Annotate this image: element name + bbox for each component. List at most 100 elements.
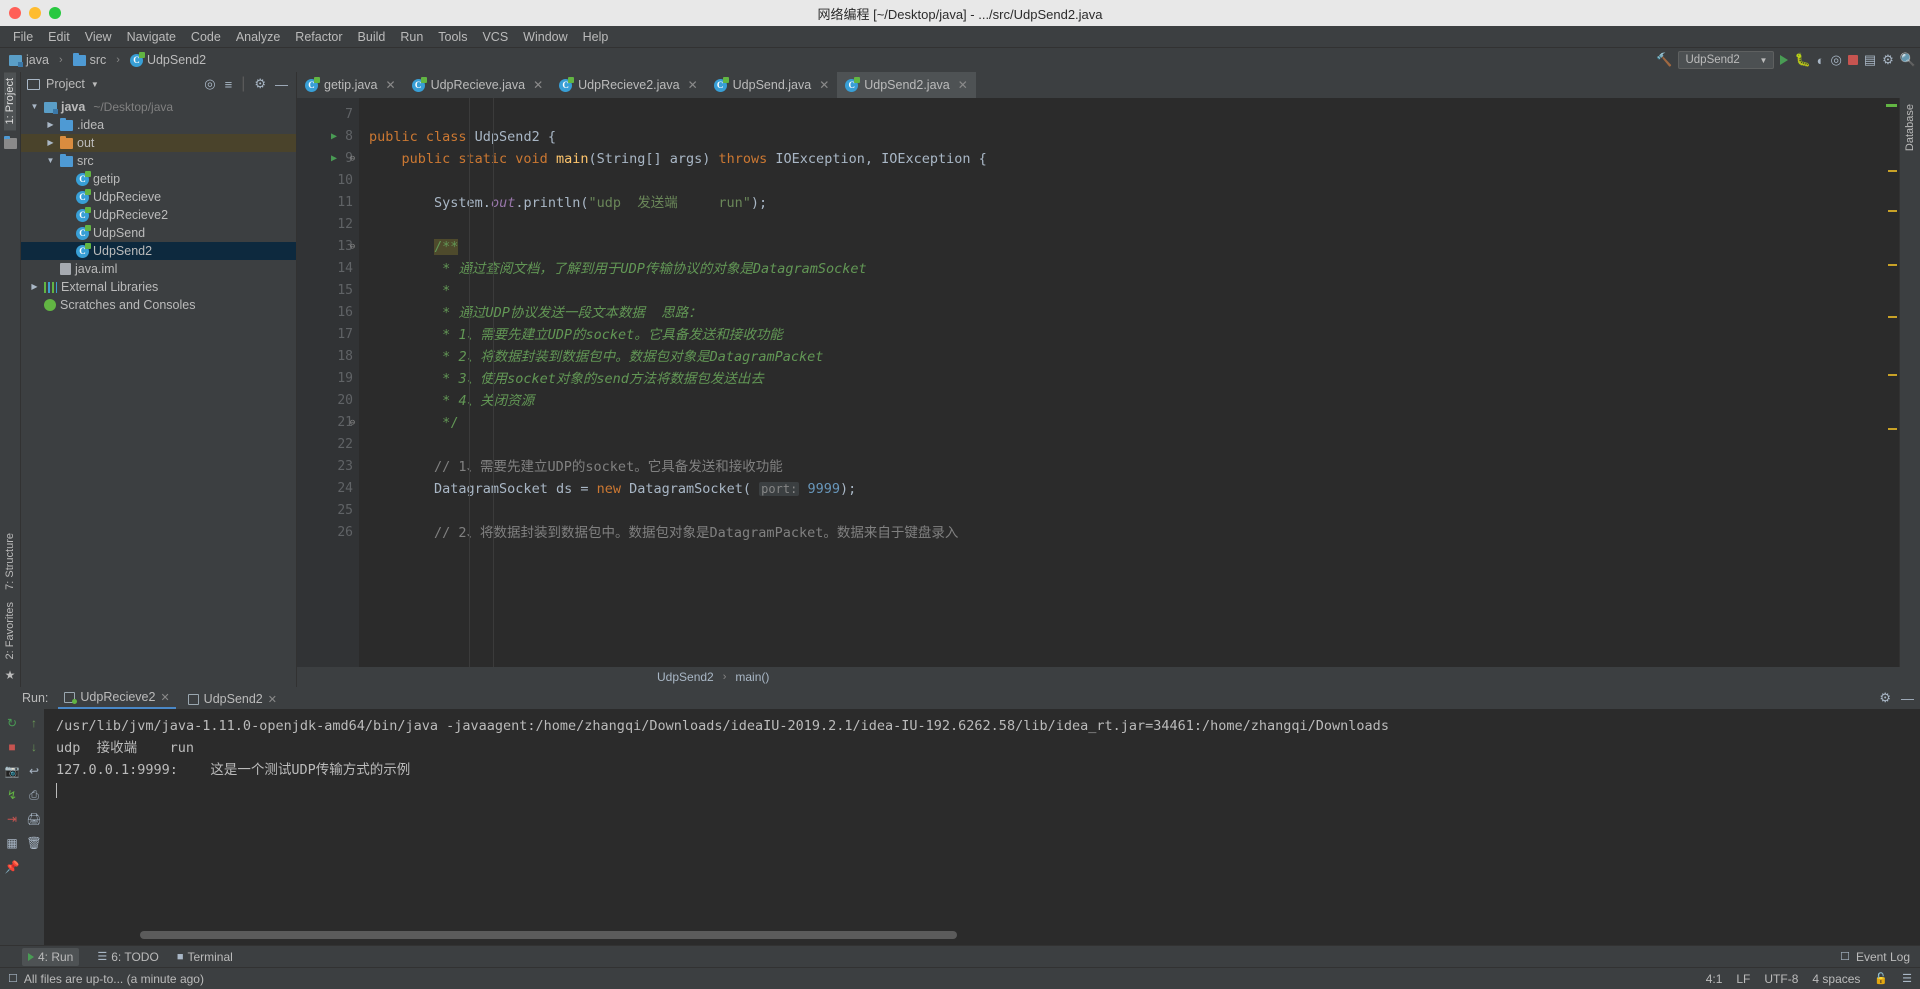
camera-icon[interactable]: 📷 (2, 760, 22, 782)
expand-arrow-icon[interactable]: ▼ (45, 152, 56, 170)
tree-node-getip[interactable]: Cgetip (21, 170, 296, 188)
tree-node-udprecieve[interactable]: C UdpRecieve (21, 188, 296, 206)
line-separator[interactable]: LF (1736, 972, 1750, 986)
maximize-window-button[interactable] (49, 7, 61, 19)
tool-window-favorites[interactable]: 2: Favorites (4, 596, 16, 665)
settings-gear-icon[interactable]: ⚙ (1882, 52, 1894, 68)
gutter-line-15[interactable]: 15 (297, 280, 359, 302)
favorites-folder-icon[interactable] (3, 136, 17, 154)
warning-marker[interactable] (1888, 210, 1897, 212)
gutter-line-14[interactable]: 14 (297, 258, 359, 280)
stop-icon[interactable]: ■ (2, 736, 22, 758)
warning-marker[interactable] (1888, 170, 1897, 172)
code-line-14[interactable]: * 通过查阅文档，了解到用于UDP传输协议的对象是DatagramSocket (359, 258, 1885, 280)
menu-item-navigate[interactable]: Navigate (120, 28, 183, 46)
code-line-13[interactable]: /** (359, 236, 1885, 258)
menu-item-run[interactable]: Run (393, 28, 430, 46)
expand-arrow-icon[interactable]: ▶ (29, 278, 40, 296)
breadcrumb-item-src[interactable]: src (70, 52, 110, 68)
gutter-line-11[interactable]: 11 (297, 192, 359, 214)
run-console-output[interactable]: /usr/lib/jvm/java-1.11.0-openjdk-amd64/b… (44, 709, 1920, 945)
hide-status-icon[interactable]: ☰ (1902, 972, 1912, 985)
bottom-item-run[interactable]: 4: Run (22, 947, 80, 966)
soft-wrap-icon[interactable]: ↩ (24, 760, 44, 782)
error-marker-strip[interactable] (1885, 98, 1899, 667)
editor-tab-udprecieve-java[interactable]: C UdpRecieve.java ✕ (404, 72, 552, 98)
minimize-window-button[interactable] (29, 7, 41, 19)
tree-node-udpsend2[interactable]: C UdpSend2 (21, 242, 296, 260)
code-line-22[interactable] (359, 434, 1885, 456)
menu-bar[interactable]: File Edit View Navigate Code Analyze Refactor B… (0, 26, 1920, 48)
tree-node-java-iml[interactable]: java.iml (21, 260, 296, 278)
code-line-10[interactable] (359, 170, 1885, 192)
rerun-icon[interactable]: ↻ (2, 712, 22, 734)
gutter-line-22[interactable]: 22 (297, 434, 359, 456)
editor-tab-udpsend-java[interactable]: C UdpSend.java ✕ (706, 72, 838, 98)
gutter-line-24[interactable]: 24 (297, 478, 359, 500)
warning-marker[interactable] (1888, 374, 1897, 376)
code-line-8[interactable]: public class UdpSend2 { (359, 126, 1885, 148)
run-gutter-icon[interactable]: ▶ (331, 126, 337, 148)
breadcrumb-item-udpsend2[interactable]: C UdpSend2 (127, 51, 209, 68)
menu-item-analyze[interactable]: Analyze (229, 28, 287, 46)
breadcrumb-item-java[interactable]: java (6, 52, 52, 68)
project-tree[interactable]: ▼ java ~/Desktop/java ▶ .idea ▶ out ▼ src Cgetip C… (21, 96, 296, 687)
code-line-23[interactable]: // 1、需要先建立UDP的socket。它具备发送和接收功能 (359, 456, 1885, 478)
tree-node-scratches-and-consoles[interactable]: Scratches and Consoles (21, 296, 296, 314)
caret-position[interactable]: 4:1 (1706, 972, 1723, 986)
gear-icon[interactable]: ⚙ (1879, 690, 1891, 706)
bottom-item-todo[interactable]: ☰ 6: TODO (97, 950, 158, 964)
code-line-11[interactable]: System.out.println("udp 发送端 run"); (359, 192, 1885, 214)
run-tab-udprecieve2[interactable]: UdpRecieve2 ✕ (58, 688, 176, 709)
editor-status-breadcrumb[interactable]: UdpSend2 › main() (297, 667, 1920, 687)
print-icon[interactable]: ⎙ (24, 784, 44, 806)
gutter-line-17[interactable]: 17 (297, 324, 359, 346)
chevron-down-icon[interactable]: ▼ (91, 80, 99, 89)
code-line-25[interactable] (359, 500, 1885, 522)
close-run-tab-icon[interactable]: ✕ (268, 693, 277, 706)
menu-item-edit[interactable]: Edit (41, 28, 77, 46)
gutter-line-25[interactable]: 25 (297, 500, 359, 522)
collapse-all-icon[interactable]: ≡ (225, 77, 233, 92)
expand-arrow-icon[interactable]: ▶ (45, 134, 56, 152)
fold-toggle-icon[interactable]: ⊖ (348, 412, 357, 434)
coverage-button[interactable]: ◐ (1817, 53, 1825, 68)
gutter-line-12[interactable]: 12 (297, 214, 359, 236)
tree-node-udpsend[interactable]: C UdpSend (21, 224, 296, 242)
layout-button[interactable]: ▤ (1864, 52, 1876, 68)
export-icon[interactable]: ⇥ (2, 808, 22, 830)
file-encoding[interactable]: UTF-8 (1764, 972, 1798, 986)
tree-node-external-libraries[interactable]: ▶ External Libraries (21, 278, 296, 296)
tree-node-src[interactable]: ▼ src (21, 152, 296, 170)
editor-tab-udpsend2-java[interactable]: C UdpSend2.java ✕ (837, 72, 976, 98)
breadcrumb[interactable]: java › src › C UdpSend2 (6, 51, 209, 68)
bottom-item-terminal[interactable]: ■ Terminal (177, 950, 233, 964)
menu-item-window[interactable]: Window (516, 28, 574, 46)
close-tab-icon[interactable]: ✕ (386, 78, 396, 92)
code-line-17[interactable]: * 1、需要先建立UDP的socket。它具备发送和接收功能 (359, 324, 1885, 346)
close-tab-icon[interactable]: ✕ (958, 78, 968, 92)
gutter-line-21[interactable]: 21 ⊖ (297, 412, 359, 434)
fold-toggle-icon[interactable]: ⊖ (348, 148, 357, 170)
event-log-area[interactable]: ☐ Event Log (1840, 950, 1910, 964)
tree-node-out[interactable]: ▶ out (21, 134, 296, 152)
editor-tab-udprecieve2-java[interactable]: C UdpRecieve2.java ✕ (551, 72, 706, 98)
code-line-24[interactable]: DatagramSocket ds = new DatagramSocket( … (359, 478, 1885, 500)
scroll-to-end-icon[interactable]: ↯ (2, 784, 22, 806)
gutter-line-18[interactable]: 18 (297, 346, 359, 368)
gutter-line-20[interactable]: 20 (297, 390, 359, 412)
menu-item-vcs[interactable]: VCS (475, 28, 515, 46)
menu-item-file[interactable]: File (6, 28, 40, 46)
code-line-9[interactable]: public static void main(String[] args) t… (359, 148, 1885, 170)
editor-tab-bar[interactable]: Cgetip.java ✕ C UdpRecieve.java ✕ C UdpRecieve… (297, 72, 1920, 98)
profiler-button[interactable]: ◎ (1831, 52, 1842, 68)
gutter-line-19[interactable]: 19 (297, 368, 359, 390)
debug-button[interactable]: 🐛 (1794, 52, 1810, 68)
warning-marker[interactable] (1888, 316, 1897, 318)
gutter-line-7[interactable]: 7 (297, 104, 359, 126)
code-line-21[interactable]: */ (359, 412, 1885, 434)
hide-panel-icon[interactable]: — (1901, 691, 1914, 706)
lock-icon[interactable]: 🔓 (1874, 972, 1888, 985)
gutter-line-10[interactable]: 10 (297, 170, 359, 192)
run-tab-udpsend2[interactable]: UdpSend2 ✕ (182, 690, 283, 709)
